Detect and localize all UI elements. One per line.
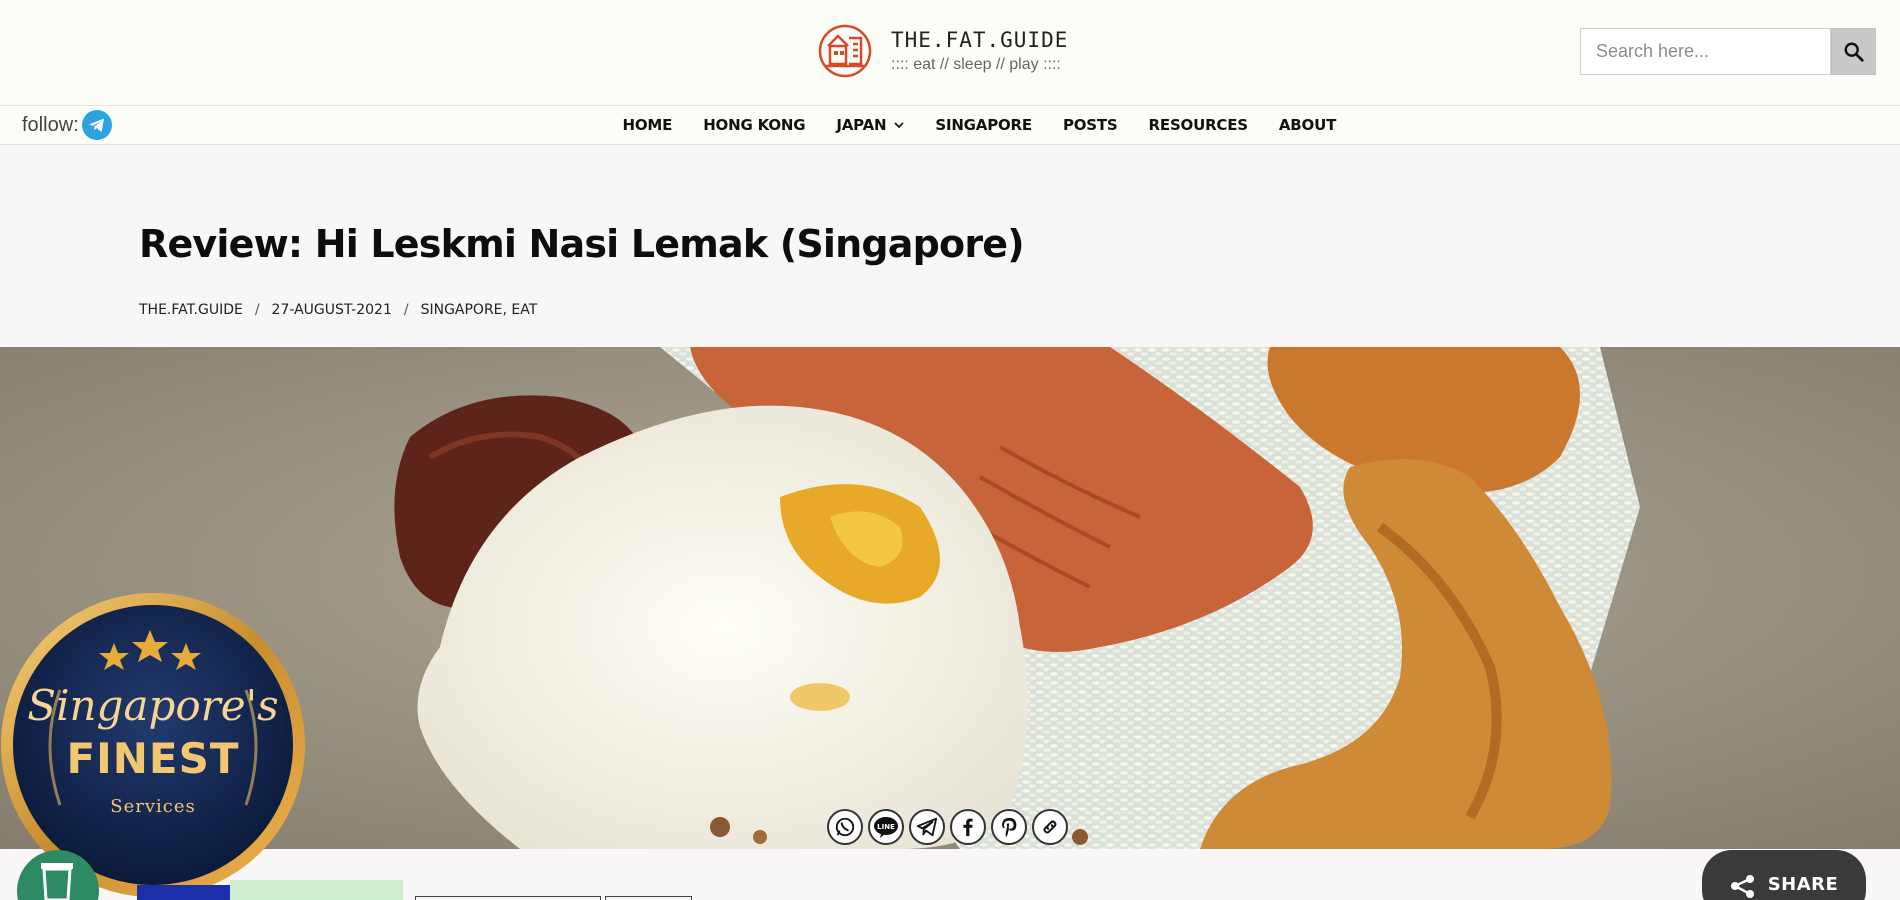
partial-green-block <box>230 880 403 900</box>
categories-link[interactable]: SINGAPORE, EAT <box>421 302 538 318</box>
nav-item-label: JAPAN <box>836 116 887 134</box>
nav-item-about[interactable]: ABOUT <box>1279 116 1336 134</box>
line-icon-label: LINE <box>877 823 895 831</box>
nav-item-label: ABOUT <box>1278 116 1337 134</box>
whatsapp-share-button[interactable] <box>827 809 863 845</box>
follow-label: follow: <box>22 113 79 136</box>
meta-separator: / <box>403 302 409 318</box>
badge-line-3: Services <box>110 796 195 817</box>
share-icon <box>1730 875 1754 898</box>
search-form <box>1580 28 1876 75</box>
nav-item-label: HONG KONG <box>703 116 806 134</box>
nav-item-label: HOME <box>622 116 673 134</box>
pinterest-share-button[interactable] <box>991 809 1027 845</box>
author-link[interactable]: THE.FAT.GUIDE <box>139 302 243 318</box>
facebook-share-button[interactable] <box>950 809 986 845</box>
telegram-share-button[interactable] <box>909 809 945 845</box>
site-header: THE.FAT.GUIDE :::: eat // sleep // play … <box>0 0 1900 105</box>
badge-line-2: FINEST <box>66 734 239 783</box>
share-button[interactable]: SHARE <box>1702 850 1866 900</box>
share-icons-row: LINE <box>827 809 1073 845</box>
nav-item-japan[interactable]: JAPAN <box>836 116 904 134</box>
article-title: Review: Hi Leskmi Nasi Lemak (Singapore) <box>139 222 1025 266</box>
line-icon: LINE <box>874 817 898 838</box>
partial-box <box>605 896 692 900</box>
search-button[interactable] <box>1831 28 1876 75</box>
site-tagline: :::: eat // sleep // play :::: <box>891 56 1061 73</box>
nav-item-posts[interactable]: POSTS <box>1063 116 1118 134</box>
brand[interactable]: THE.FAT.GUIDE :::: eat // sleep // play … <box>818 24 1068 78</box>
meta-separator: / <box>254 302 260 318</box>
link-icon <box>1043 820 1057 834</box>
site-title[interactable]: THE.FAT.GUIDE <box>891 27 1068 53</box>
partial-banner <box>137 885 230 900</box>
copy-link-button[interactable] <box>1032 809 1068 845</box>
house-logo-icon[interactable] <box>818 24 872 78</box>
main-menu: HOME HONG KONG JAPAN SINGAPORE POSTS RES… <box>607 106 1352 144</box>
line-share-button[interactable]: LINE <box>868 809 904 845</box>
search-icon <box>1844 42 1864 62</box>
partial-box <box>415 896 601 900</box>
pinterest-icon <box>1001 817 1017 838</box>
follow-widget: follow: <box>22 110 112 140</box>
facebook-icon <box>963 818 973 837</box>
whatsapp-icon <box>835 817 855 837</box>
telegram-icon <box>916 817 938 837</box>
nav-item-label: POSTS <box>1062 116 1118 134</box>
nav-item-label: SINGAPORE <box>935 116 1032 134</box>
telegram-icon[interactable] <box>81 110 112 140</box>
share-button-label: SHARE <box>1767 874 1839 895</box>
nav-item-singapore[interactable]: SINGAPORE <box>935 116 1032 134</box>
search-input[interactable] <box>1580 28 1831 75</box>
chevron-down-icon[interactable] <box>894 121 904 129</box>
nav-item-hong-kong[interactable]: HONG KONG <box>703 116 805 134</box>
badge-line-1: Singapore's <box>27 681 278 730</box>
nav-item-label: RESOURCES <box>1148 116 1249 134</box>
nav-item-home[interactable]: HOME <box>623 116 673 134</box>
date-link[interactable]: 27-AUGUST-2021 <box>272 302 392 318</box>
nav-bar: follow: HOME HONG KONG JAPAN SINGAPORE P… <box>0 105 1900 145</box>
article-meta: THE.FAT.GUIDE / 27-AUGUST-2021 / SINGAPO… <box>139 302 537 318</box>
nav-item-resources[interactable]: RESOURCES <box>1148 116 1249 134</box>
